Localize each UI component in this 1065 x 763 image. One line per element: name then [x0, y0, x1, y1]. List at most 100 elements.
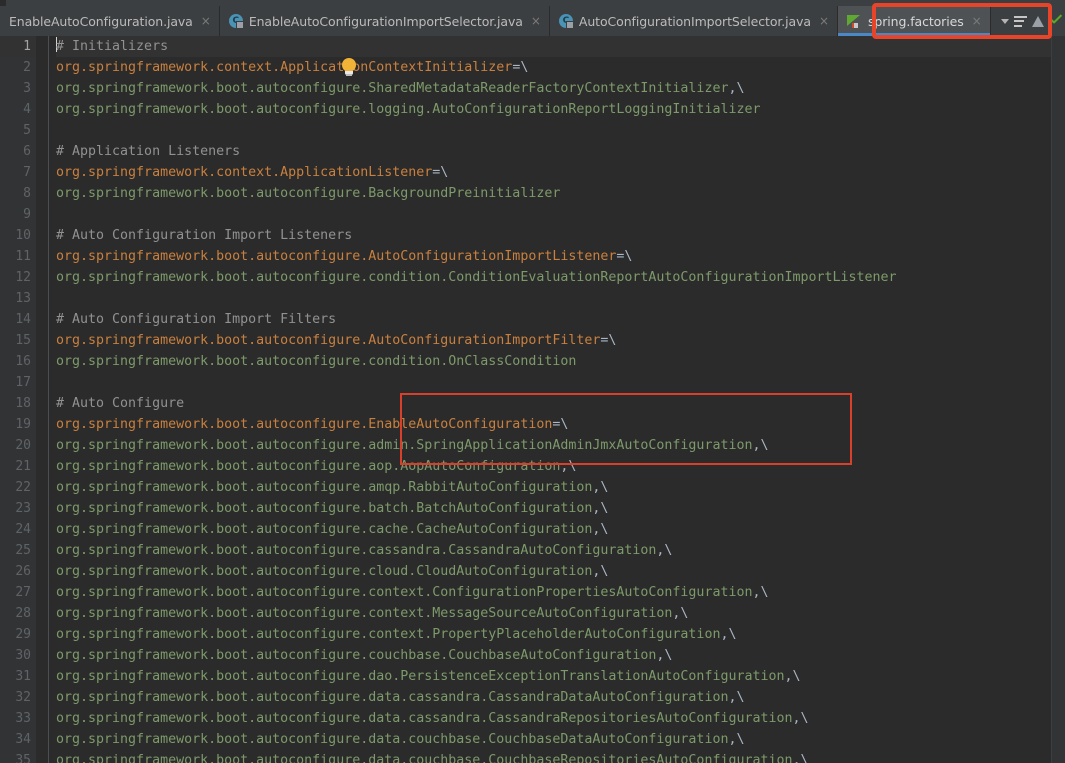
- property-value-token: org.springframework.boot.autoconfigure.a…: [56, 459, 561, 474]
- property-value-token: org.springframework.boot.autoconfigure.c…: [56, 606, 673, 621]
- code-line[interactable]: org.springframework.context.ApplicationC…: [56, 57, 1065, 78]
- code-line[interactable]: org.springframework.boot.autoconfigure.a…: [56, 435, 1065, 456]
- code-content[interactable]: # Initializers org.springframework.contex…: [56, 36, 1065, 763]
- blank-line[interactable]: [56, 120, 1065, 141]
- lightbulb-icon[interactable]: [340, 58, 358, 80]
- line-continuation-token: ,\: [592, 564, 609, 579]
- code-line[interactable]: org.springframework.boot.autoconfigure.c…: [56, 645, 1065, 666]
- line-continuation-token: ,\: [752, 438, 769, 453]
- property-separator-token: =\: [600, 333, 617, 348]
- code-line[interactable]: org.springframework.boot.autoconfigure.d…: [56, 687, 1065, 708]
- line-number: 5: [23, 123, 31, 138]
- editor-tab-bar: EnableAutoConfiguration.java × EnableAut…: [0, 6, 1065, 36]
- tab-label: EnableAutoConfigurationImportSelector.ja…: [248, 13, 523, 29]
- close-icon[interactable]: ×: [817, 15, 829, 27]
- line-number: 14: [15, 312, 31, 327]
- code-line[interactable]: org.springframework.boot.autoconfigure.c…: [56, 267, 1065, 288]
- code-line[interactable]: org.springframework.boot.autoconfigure.c…: [56, 540, 1065, 561]
- line-number: 22: [15, 480, 31, 495]
- close-icon[interactable]: ×: [529, 15, 541, 27]
- code-line[interactable]: # Auto Configuration Import Filters: [56, 309, 1065, 330]
- line-continuation-token: ,\: [792, 753, 809, 763]
- line-number: 11: [15, 249, 31, 264]
- line-number: 35: [15, 753, 31, 763]
- gutter-separator: [48, 36, 49, 763]
- line-number: 20: [15, 438, 31, 453]
- blank-line[interactable]: [56, 372, 1065, 393]
- code-line[interactable]: org.springframework.boot.autoconfigure.d…: [56, 729, 1065, 750]
- code-line[interactable]: org.springframework.boot.autoconfigure.c…: [56, 603, 1065, 624]
- line-number: 6: [23, 144, 31, 159]
- property-separator-token: =\: [512, 60, 529, 75]
- line-continuation-token: ,\: [656, 648, 673, 663]
- line-number: 2: [23, 60, 31, 75]
- tab-label: spring.factories: [868, 13, 964, 29]
- code-line[interactable]: org.springframework.boot.autoconfigure.c…: [56, 582, 1065, 603]
- tab-bar-controls: [1001, 6, 1065, 36]
- property-value-token: org.springframework.boot.autoconfigure.c…: [56, 270, 897, 285]
- tab-enableautoconfiguration-java[interactable]: EnableAutoConfiguration.java ×: [0, 6, 220, 36]
- line-number: 18: [15, 396, 31, 411]
- property-value-token: org.springframework.boot.autoconfigure.c…: [56, 648, 657, 663]
- code-line[interactable]: org.springframework.boot.autoconfigure.B…: [56, 183, 1065, 204]
- property-value-token: org.springframework.boot.autoconfigure.d…: [56, 690, 729, 705]
- code-line[interactable]: org.springframework.boot.autoconfigure.c…: [56, 561, 1065, 582]
- code-line[interactable]: org.springframework.boot.autoconfigure.E…: [56, 414, 1065, 435]
- code-line[interactable]: org.springframework.boot.autoconfigure.d…: [56, 708, 1065, 729]
- line-continuation-token: ,\: [728, 690, 745, 705]
- close-icon[interactable]: ×: [199, 15, 211, 27]
- code-line[interactable]: org.springframework.boot.autoconfigure.c…: [56, 519, 1065, 540]
- code-line[interactable]: org.springframework.boot.autoconfigure.A…: [56, 246, 1065, 267]
- code-line[interactable]: org.springframework.boot.autoconfigure.c…: [56, 624, 1065, 645]
- code-editor[interactable]: 1 2 3 4 5 6 7 8 9 10 11 12 13 14 15 16 17 18 19 20 21 22 23 24 2…: [0, 36, 1065, 763]
- marker-gutter[interactable]: [1051, 36, 1065, 763]
- blank-line[interactable]: [56, 204, 1065, 225]
- comment-token: # Auto Configuration Import Listeners: [56, 228, 353, 243]
- property-value-token: org.springframework.boot.autoconfigure.c…: [56, 585, 753, 600]
- code-line[interactable]: org.springframework.context.ApplicationL…: [56, 162, 1065, 183]
- tab-autoconfigurationimportselector-java[interactable]: AutoConfigurationImportSelector.java ×: [550, 6, 839, 36]
- property-value-token: org.springframework.boot.autoconfigure.d…: [56, 732, 729, 747]
- property-value-token: org.springframework.boot.autoconfigure.B…: [56, 186, 561, 201]
- line-numbers: 1 2 3 4 5 6 7 8 9 10 11 12 13 14 15 16 17 18 19 20 21 22 23 24 2…: [0, 36, 36, 763]
- code-line[interactable]: org.springframework.boot.autoconfigure.a…: [56, 456, 1065, 477]
- code-line[interactable]: org.springframework.boot.autoconfigure.a…: [56, 477, 1065, 498]
- code-line[interactable]: org.springframework.boot.autoconfigure.b…: [56, 498, 1065, 519]
- line-continuation-token: ,\: [728, 81, 745, 96]
- code-line[interactable]: org.springframework.boot.autoconfigure.c…: [56, 351, 1065, 372]
- line-number: 19: [15, 417, 31, 432]
- inspection-ok-icon[interactable]: [1049, 14, 1063, 28]
- code-line[interactable]: org.springframework.boot.autoconfigure.d…: [56, 666, 1065, 687]
- property-key-token: org.springframework.boot.autoconfigure.A…: [56, 333, 601, 348]
- blank-line[interactable]: [56, 288, 1065, 309]
- code-line[interactable]: # Auto Configure: [56, 393, 1065, 414]
- line-number: 21: [15, 459, 31, 474]
- line-number: 13: [15, 291, 31, 306]
- code-line[interactable]: org.springframework.boot.autoconfigure.l…: [56, 99, 1065, 120]
- line-continuation-token: ,\: [672, 606, 689, 621]
- code-line[interactable]: org.springframework.boot.autoconfigure.d…: [56, 750, 1065, 763]
- code-line[interactable]: org.springframework.boot.autoconfigure.S…: [56, 78, 1065, 99]
- chevron-down-icon[interactable]: [1001, 18, 1009, 24]
- code-line[interactable]: org.springframework.boot.autoconfigure.A…: [56, 330, 1065, 351]
- file-structure-icon[interactable]: [1014, 15, 1027, 27]
- warning-icon[interactable]: [1032, 15, 1044, 27]
- tab-label: EnableAutoConfiguration.java: [9, 13, 193, 29]
- code-line[interactable]: # Initializers: [56, 36, 1065, 57]
- line-continuation-token: ,\: [592, 522, 609, 537]
- close-icon[interactable]: ×: [970, 15, 982, 27]
- property-value-token: org.springframework.boot.autoconfigure.a…: [56, 438, 753, 453]
- property-separator-token: =\: [432, 165, 449, 180]
- property-key-token: org.springframework.boot.autoconfigure.E…: [56, 417, 553, 432]
- line-number: 10: [15, 228, 31, 243]
- code-line[interactable]: # Application Listeners: [56, 141, 1065, 162]
- property-value-token: org.springframework.boot.autoconfigure.S…: [56, 81, 729, 96]
- line-continuation-token: ,\: [592, 480, 609, 495]
- code-line[interactable]: # Auto Configuration Import Listeners: [56, 225, 1065, 246]
- property-value-token: org.springframework.boot.autoconfigure.c…: [56, 543, 657, 558]
- ide-window: EnableAutoConfiguration.java × EnableAut…: [0, 0, 1065, 763]
- tab-spring-factories[interactable]: spring.factories ×: [838, 6, 991, 36]
- tab-enableautoconfigurationimportselector-java[interactable]: EnableAutoConfigurationImportSelector.ja…: [220, 6, 550, 36]
- tab-label: AutoConfigurationImportSelector.java: [578, 13, 811, 29]
- comment-token: # Initializers: [56, 39, 169, 54]
